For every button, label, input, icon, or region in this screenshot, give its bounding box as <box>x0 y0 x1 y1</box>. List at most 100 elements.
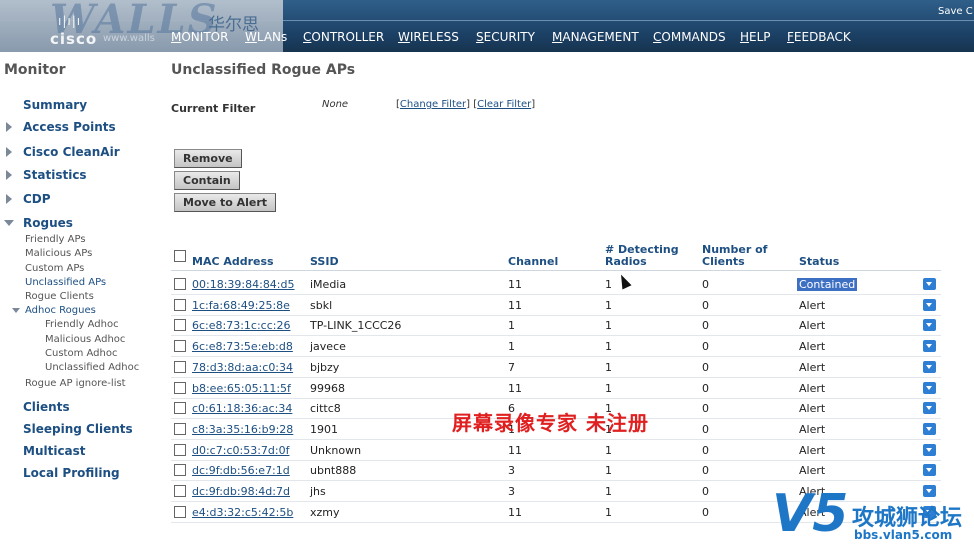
row-action-dropdown-icon[interactable] <box>923 402 936 415</box>
sidebar-sub-custom-aps[interactable]: Custom APs <box>25 263 84 274</box>
sidebar-sub-adhoc-rogues[interactable]: Adhoc Rogues <box>25 305 96 316</box>
nav-management[interactable]: MANAGEMENT <box>552 30 639 44</box>
table-row: 1c:fa:68:49:25:8e sbkl 11 1 0 Alert <box>171 295 941 316</box>
row-action-dropdown-icon[interactable] <box>923 422 936 435</box>
mac-address-link[interactable]: 1c:fa:68:49:25:8e <box>192 299 290 312</box>
current-filter-label: Current Filter <box>171 102 256 115</box>
sidebar-item-local-profiling[interactable]: Local Profiling <box>23 466 120 480</box>
row-action-dropdown-icon[interactable] <box>923 360 936 373</box>
expand-arrow-icon[interactable] <box>6 170 12 180</box>
row-checkbox[interactable] <box>174 298 186 311</box>
sidebar-item-rogues[interactable]: Rogues <box>23 216 73 230</box>
sidebar-sub-custom-adhoc[interactable]: Custom Adhoc <box>45 348 117 359</box>
mac-address-link[interactable]: dc:9f:db:56:e7:1d <box>192 464 290 477</box>
row-checkbox[interactable] <box>174 443 186 456</box>
clients-cell: 0 <box>702 443 709 457</box>
page-title: Unclassified Rogue APs <box>171 62 356 78</box>
channel-cell: 3 <box>508 485 515 498</box>
mac-address-link[interactable]: 6c:e8:73:5e:eb:d8 <box>192 340 293 353</box>
row-checkbox[interactable] <box>174 360 186 373</box>
expand-arrow-icon[interactable] <box>6 194 12 204</box>
cisco-bars-icon: ı|ı|ı <box>58 14 82 28</box>
sidebar-sub-ignore-list[interactable]: Rogue AP ignore-list <box>25 378 126 389</box>
row-checkbox[interactable] <box>174 278 186 290</box>
sidebar-item-sleeping-clients[interactable]: Sleeping Clients <box>23 422 133 436</box>
mac-address-link[interactable]: e4:d3:32:c5:42:5b <box>192 506 293 519</box>
row-checkbox[interactable] <box>174 319 186 332</box>
expand-arrow-icon[interactable] <box>6 122 12 132</box>
mac-address-link[interactable]: d0:c7:c0:53:7d:0f <box>192 444 289 457</box>
nav-wireless[interactable]: WIRELESS <box>398 30 459 44</box>
mac-address-link[interactable]: c0:61:18:36:ac:34 <box>192 402 292 415</box>
contain-button[interactable]: Contain <box>174 171 240 190</box>
select-all-checkbox[interactable] <box>174 250 186 262</box>
table-row: d0:c7:c0:53:7d:0f Unknown 11 1 0 Alert <box>171 440 941 461</box>
status-cell: Alert <box>799 319 826 333</box>
row-action-dropdown-icon[interactable] <box>923 443 936 456</box>
sidebar-sub-malicious-aps[interactable]: Malicious APs <box>25 248 92 259</box>
sidebar-item-statistics[interactable]: Statistics <box>23 168 87 182</box>
sidebar-item-clients[interactable]: Clients <box>23 400 70 414</box>
ssid-cell: bjbzy <box>310 360 340 374</box>
nav-commands[interactable]: COMMANDS <box>653 30 726 44</box>
clear-filter-link[interactable]: Clear Filter <box>477 99 531 110</box>
row-action-dropdown-icon[interactable] <box>923 381 936 394</box>
table-row: 6c:e8:73:5e:eb:d8 javece 1 1 0 Alert <box>171 336 941 358</box>
row-checkbox[interactable] <box>174 381 186 394</box>
row-action-dropdown-icon[interactable] <box>923 278 936 290</box>
column-header-status: Status <box>799 255 840 268</box>
remove-button[interactable]: Remove <box>174 149 242 168</box>
cisco-logo-text: cisco <box>50 30 98 48</box>
sidebar-item-multicast[interactable]: Multicast <box>23 444 86 458</box>
detecting-radios-cell: 1 <box>605 443 612 457</box>
collapse-arrow-icon[interactable] <box>4 220 14 226</box>
channel-cell: 1 <box>508 340 515 354</box>
nav-security[interactable]: SECURITY <box>476 30 535 44</box>
nav-monitor[interactable]: MONITOR <box>171 30 228 44</box>
sidebar-sub-friendly-aps[interactable]: Friendly APs <box>25 234 86 245</box>
row-action-dropdown-icon[interactable] <box>923 340 936 353</box>
mac-address-link[interactable]: 6c:e8:73:1c:cc:26 <box>192 319 290 332</box>
mac-address-link[interactable]: dc:9f:db:98:4d:7d <box>192 485 290 498</box>
row-checkbox[interactable] <box>174 402 186 415</box>
nav-wlans[interactable]: WLANs <box>245 30 287 44</box>
row-checkbox[interactable] <box>174 464 186 477</box>
ssid-cell: ubnt888 <box>310 464 357 478</box>
move-to-alert-button[interactable]: Move to Alert <box>174 193 277 212</box>
current-filter-value: None <box>322 99 349 110</box>
nav-feedback[interactable]: FEEDBACK <box>787 30 851 44</box>
save-configuration-link[interactable]: Save C <box>938 6 973 17</box>
row-action-dropdown-icon[interactable] <box>923 464 936 477</box>
nav-controller[interactable]: CONTROLLER <box>303 30 384 44</box>
ssid-cell: TP-LINK_1CCC26 <box>310 319 402 333</box>
sidebar-item-cdp[interactable]: CDP <box>23 192 51 206</box>
mac-address-link[interactable]: 78:d3:8d:aa:c0:34 <box>192 361 293 374</box>
row-checkbox[interactable] <box>174 340 186 353</box>
sidebar-sub-malicious-adhoc[interactable]: Malicious Adhoc <box>45 334 125 345</box>
sidebar-sub-rogue-clients[interactable]: Rogue Clients <box>25 291 94 302</box>
sidebar-item-summary[interactable]: Summary <box>23 98 87 112</box>
mac-address-link[interactable]: c8:3a:35:16:b9:28 <box>192 423 293 436</box>
clients-cell: 0 <box>702 381 709 395</box>
expand-arrow-icon[interactable] <box>6 147 12 157</box>
row-action-dropdown-icon[interactable] <box>923 298 936 311</box>
clients-cell: 0 <box>702 360 709 374</box>
change-filter-link[interactable]: Change Filter <box>400 99 466 110</box>
mac-address-link[interactable]: b8:ee:65:05:11:5f <box>192 382 291 395</box>
sidebar-sub-friendly-adhoc[interactable]: Friendly Adhoc <box>45 319 119 330</box>
mac-address-link[interactable]: 00:18:39:84:84:d5 <box>192 278 295 291</box>
top-navigation-bar: WALLS 华尔思 ı|ı|ı cisco www.walls Save C M… <box>0 0 974 52</box>
collapse-arrow-icon[interactable] <box>12 308 20 313</box>
sidebar-sub-unclassified-adhoc[interactable]: Unclassified Adhoc <box>45 362 139 373</box>
row-checkbox[interactable] <box>174 485 186 497</box>
row-checkbox[interactable] <box>174 422 186 435</box>
sidebar-item-access-points[interactable]: Access Points <box>23 120 116 134</box>
table-row: dc:9f:db:56:e7:1d ubnt888 3 1 0 Alert <box>171 460 941 482</box>
ssid-cell: xzmy <box>310 505 340 519</box>
row-checkbox[interactable] <box>174 505 186 518</box>
channel-cell: 11 <box>508 278 522 291</box>
sidebar-sub-unclassified-aps[interactable]: Unclassified APs <box>25 277 106 288</box>
row-action-dropdown-icon[interactable] <box>923 319 936 332</box>
sidebar-item-cleanair[interactable]: Cisco CleanAir <box>23 145 120 159</box>
nav-help[interactable]: HELP <box>740 30 771 44</box>
